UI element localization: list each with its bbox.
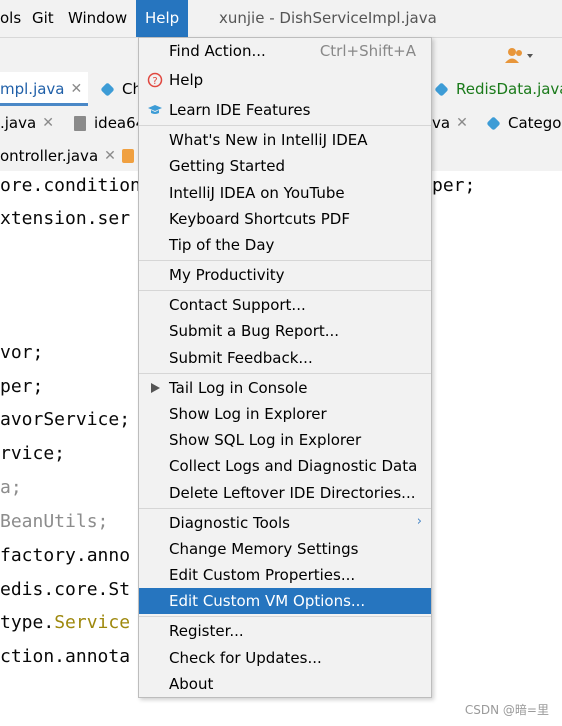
menu-item-about[interactable]: About xyxy=(139,671,431,697)
menu-item-submit-bug-report[interactable]: Submit a Bug Report... xyxy=(139,318,431,344)
menu-window[interactable]: Window xyxy=(68,0,127,37)
code-line: ore.condition xyxy=(0,175,141,196)
menu-item-check-updates[interactable]: Check for Updates... xyxy=(139,645,431,671)
close-icon[interactable]: ✕ xyxy=(104,148,116,164)
tab-idea64[interactable]: idea64 xyxy=(74,106,145,140)
menu-item-change-memory[interactable]: Change Memory Settings xyxy=(139,536,431,562)
menu-separator xyxy=(139,125,431,126)
menu-item-collect-logs[interactable]: Collect Logs and Diagnostic Data xyxy=(139,453,431,479)
menu-git[interactable]: Git xyxy=(32,0,54,37)
menu-item-diagnostic-tools[interactable]: Diagnostic Tools › xyxy=(139,510,431,536)
menu-item-learn-ide-features[interactable]: Learn IDE Features xyxy=(139,97,431,123)
shortcut-label: Ctrl+Shift+A xyxy=(319,42,416,60)
file-icon xyxy=(74,115,86,131)
tab-category[interactable]: Catego xyxy=(486,106,561,140)
menu-item-show-sql-log[interactable]: Show SQL Log in Explorer xyxy=(139,427,431,453)
menu-item-register[interactable]: Register... xyxy=(139,618,431,644)
code-line: vor; xyxy=(0,342,44,363)
chevron-right-icon: › xyxy=(416,514,422,529)
menu-separator xyxy=(139,290,431,291)
code-line: edis.core.St xyxy=(0,579,131,600)
menu-tools[interactable]: ols xyxy=(0,0,21,37)
code-line: type.Service xyxy=(0,612,131,633)
code-line: xtension.ser xyxy=(0,208,131,229)
annotation-keyword: Service xyxy=(54,612,131,633)
class-icon xyxy=(486,116,501,131)
code-line: rvice; xyxy=(0,443,66,464)
code-line: avorService; xyxy=(0,409,131,430)
watermark: CSDN @暗=里 xyxy=(464,703,549,717)
class-icon xyxy=(434,82,449,97)
menu-item-edit-custom-vm-options[interactable]: Edit Custom VM Options... xyxy=(139,588,431,614)
menu-item-help[interactable]: ? Help xyxy=(139,67,431,93)
menu-separator xyxy=(139,260,431,261)
close-icon[interactable]: ✕ xyxy=(456,115,468,131)
menu-item-submit-feedback[interactable]: Submit Feedback... xyxy=(139,345,431,371)
help-menu-dropdown: Find Action... Ctrl+Shift+A ? Help Learn… xyxy=(138,37,432,698)
menu-item-tip-of-the-day[interactable]: Tip of the Day xyxy=(139,232,431,258)
tab-ch[interactable]: Ch xyxy=(100,72,142,106)
menu-item-youtube[interactable]: IntelliJ IDEA on YouTube xyxy=(139,180,431,206)
menu-item-find-action[interactable]: Find Action... Ctrl+Shift+A xyxy=(139,38,431,64)
code-line: a; xyxy=(0,477,22,498)
menu-item-keyboard-shortcuts-pdf[interactable]: Keyboard Shortcuts PDF xyxy=(139,206,431,232)
play-icon xyxy=(147,380,163,396)
html-file-icon xyxy=(122,148,134,163)
close-icon[interactable]: ✕ xyxy=(42,115,54,131)
menu-item-show-log[interactable]: Show Log in Explorer xyxy=(139,401,431,427)
menu-help[interactable]: Help xyxy=(136,0,189,37)
tab-redisdata[interactable]: RedisData.java xyxy=(434,72,562,106)
tab-dishserviceimpl[interactable]: mpl.java ✕ xyxy=(0,72,88,106)
menu-item-delete-leftover[interactable]: Delete Leftover IDE Directories... xyxy=(139,480,431,506)
user-dropdown-icon[interactable] xyxy=(503,46,543,64)
tab-va[interactable]: va ✕ xyxy=(432,106,468,140)
menubar: ols Git Window Help xunjie - DishService… xyxy=(0,0,562,38)
question-circle-icon: ? xyxy=(147,72,163,88)
graduation-cap-icon xyxy=(147,102,163,118)
menu-separator xyxy=(139,373,431,374)
tab-html[interactable] xyxy=(122,140,134,171)
code-line: factory.anno xyxy=(0,545,131,566)
class-icon xyxy=(100,82,115,97)
code-line: ction.annota xyxy=(0,646,131,667)
tab-controller[interactable]: ontroller.java ✕ xyxy=(0,140,116,171)
tab-java[interactable]: .java ✕ xyxy=(0,106,54,140)
menu-item-contact-support[interactable]: Contact Support... xyxy=(139,292,431,318)
menu-item-tail-log[interactable]: Tail Log in Console xyxy=(139,375,431,401)
menu-item-whats-new[interactable]: What's New in IntelliJ IDEA xyxy=(139,127,431,153)
window-title: xunjie - DishServiceImpl.java xyxy=(219,9,437,27)
menu-separator xyxy=(139,616,431,617)
code-line: per; xyxy=(0,376,44,397)
code-line: BeanUtils; xyxy=(0,511,109,532)
close-icon[interactable]: ✕ xyxy=(71,81,83,97)
svg-text:?: ? xyxy=(152,76,157,87)
menu-separator xyxy=(139,508,431,509)
menu-item-my-productivity[interactable]: My Productivity xyxy=(139,262,431,288)
code-line-fragment: per; xyxy=(432,175,476,196)
menu-item-edit-custom-properties[interactable]: Edit Custom Properties... xyxy=(139,562,431,588)
menu-item-getting-started[interactable]: Getting Started xyxy=(139,153,431,179)
